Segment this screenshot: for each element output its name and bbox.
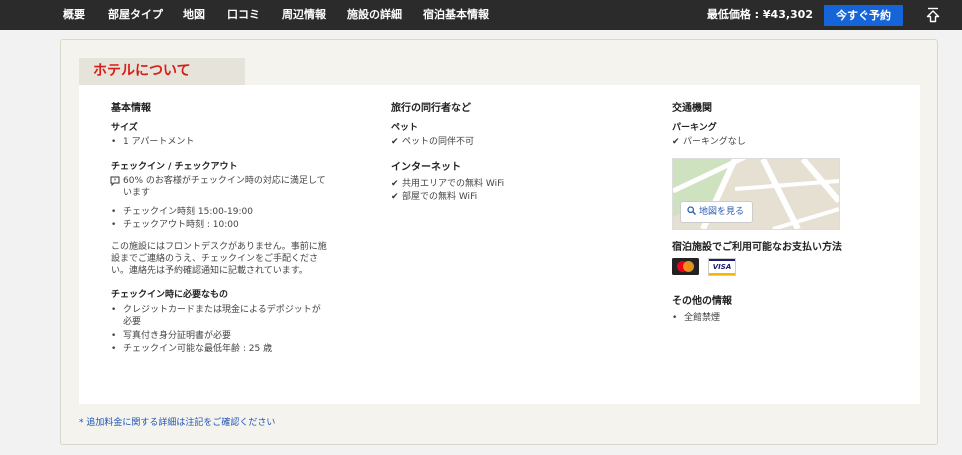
- size-title: サイズ: [111, 123, 138, 133]
- pet-title: ペット: [391, 123, 419, 133]
- visa-icon: VISA: [708, 258, 736, 276]
- required-title: チェックイン時に必要なもの: [111, 290, 229, 300]
- map-thumbnail[interactable]: 地図を見る: [672, 158, 840, 230]
- checkin-time: チェックイン時刻 15:00-19:00: [111, 206, 253, 218]
- payment-title: 宿泊施設でご利用可能なお支払い方法: [672, 242, 842, 253]
- view-map-button[interactable]: 地図を見る: [680, 201, 754, 223]
- parking-item: パーキングなし: [672, 136, 746, 148]
- nav-map[interactable]: 地図: [183, 0, 205, 30]
- pet-item: ペットの同伴不可: [391, 136, 474, 148]
- chat-bubble-icon: [110, 176, 120, 186]
- nav-policies[interactable]: 宿泊基本情報: [423, 0, 489, 30]
- size-item: 1 アパートメント: [111, 136, 194, 148]
- other-info-item: 全館禁煙: [672, 312, 720, 324]
- nav-reviews[interactable]: 口コミ: [227, 0, 260, 30]
- internet-item: 共用エリアでの無料 WiFi: [391, 178, 504, 190]
- surcharge-note-link[interactable]: * 追加料金に関する詳細は注記をご確認ください: [79, 415, 275, 428]
- required-item: 写真付き身分証明書が必要: [111, 330, 231, 342]
- view-map-label: 地図を見る: [699, 207, 745, 217]
- top-nav: 概要 部屋タイプ 地図 口コミ 周辺情報 施設の詳細 宿泊基本情報 最低価格 :…: [0, 0, 962, 30]
- transport-heading: 交通機関: [672, 103, 712, 114]
- frontdesk-note: この施設にはフロントデスクがありません。事前に施設までご連絡のうえ、チェックイン…: [111, 242, 327, 276]
- required-item: チェックイン可能な最低年齢 : 25 歳: [111, 343, 272, 355]
- nav-facilities[interactable]: 施設の詳細: [347, 0, 402, 30]
- internet-title: インターネット: [391, 162, 461, 173]
- checkin-title: チェックイン / チェックアウト: [111, 162, 238, 172]
- nav-room-types[interactable]: 部屋タイプ: [108, 0, 163, 30]
- nav-nearby[interactable]: 周辺情報: [282, 0, 326, 30]
- search-icon: [687, 206, 696, 215]
- other-info-title: その他の情報: [672, 296, 732, 307]
- visa-label: VISA: [712, 263, 732, 271]
- reserve-now-button[interactable]: 今すぐ予約: [824, 5, 903, 26]
- section-tab: ホテルについて: [79, 58, 245, 86]
- companions-heading: 旅行の同行者など: [391, 103, 471, 114]
- mastercard-icon: [672, 258, 699, 275]
- lowest-price: 最低価格 : ¥43,302: [706, 8, 813, 21]
- checkin-satisfaction: 60% のお客様がチェックイン時の対応に満足しています: [123, 176, 326, 198]
- parking-title: パーキング: [672, 123, 717, 133]
- section-title: ホテルについて: [93, 63, 191, 79]
- nav-overview[interactable]: 概要: [63, 0, 85, 30]
- arrow-up-icon: [926, 7, 940, 23]
- required-item: クレジットカードまたは現金によるデポジットが必要: [111, 304, 328, 328]
- internet-item: 部屋での無料 WiFi: [391, 191, 477, 203]
- back-to-top-button[interactable]: [924, 6, 942, 24]
- checkout-time: チェックアウト時刻 : 10:00: [111, 219, 239, 231]
- basic-info-heading: 基本情報: [111, 103, 151, 114]
